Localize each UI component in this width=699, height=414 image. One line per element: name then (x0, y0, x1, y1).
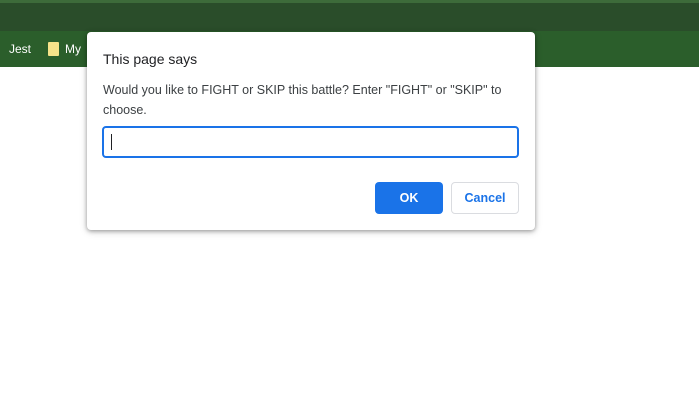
cancel-button[interactable]: Cancel (451, 182, 519, 214)
bookmark-folder-my[interactable]: My (48, 31, 81, 67)
dialog-message: Would you like to FIGHT or SKIP this bat… (103, 83, 502, 117)
text-caret (111, 134, 112, 150)
dialog-title: This page says (103, 51, 198, 67)
browser-tab-strip (0, 0, 699, 31)
prompt-dialog: This page says Would you like to FIGHT o… (87, 32, 535, 230)
folder-icon (48, 42, 59, 56)
ok-button[interactable]: OK (375, 182, 443, 214)
bookmark-label: Jest (9, 42, 32, 56)
bookmark-label: My (65, 42, 81, 56)
prompt-input[interactable] (102, 126, 519, 158)
bookmark-jest[interactable]: Jest (9, 31, 31, 67)
